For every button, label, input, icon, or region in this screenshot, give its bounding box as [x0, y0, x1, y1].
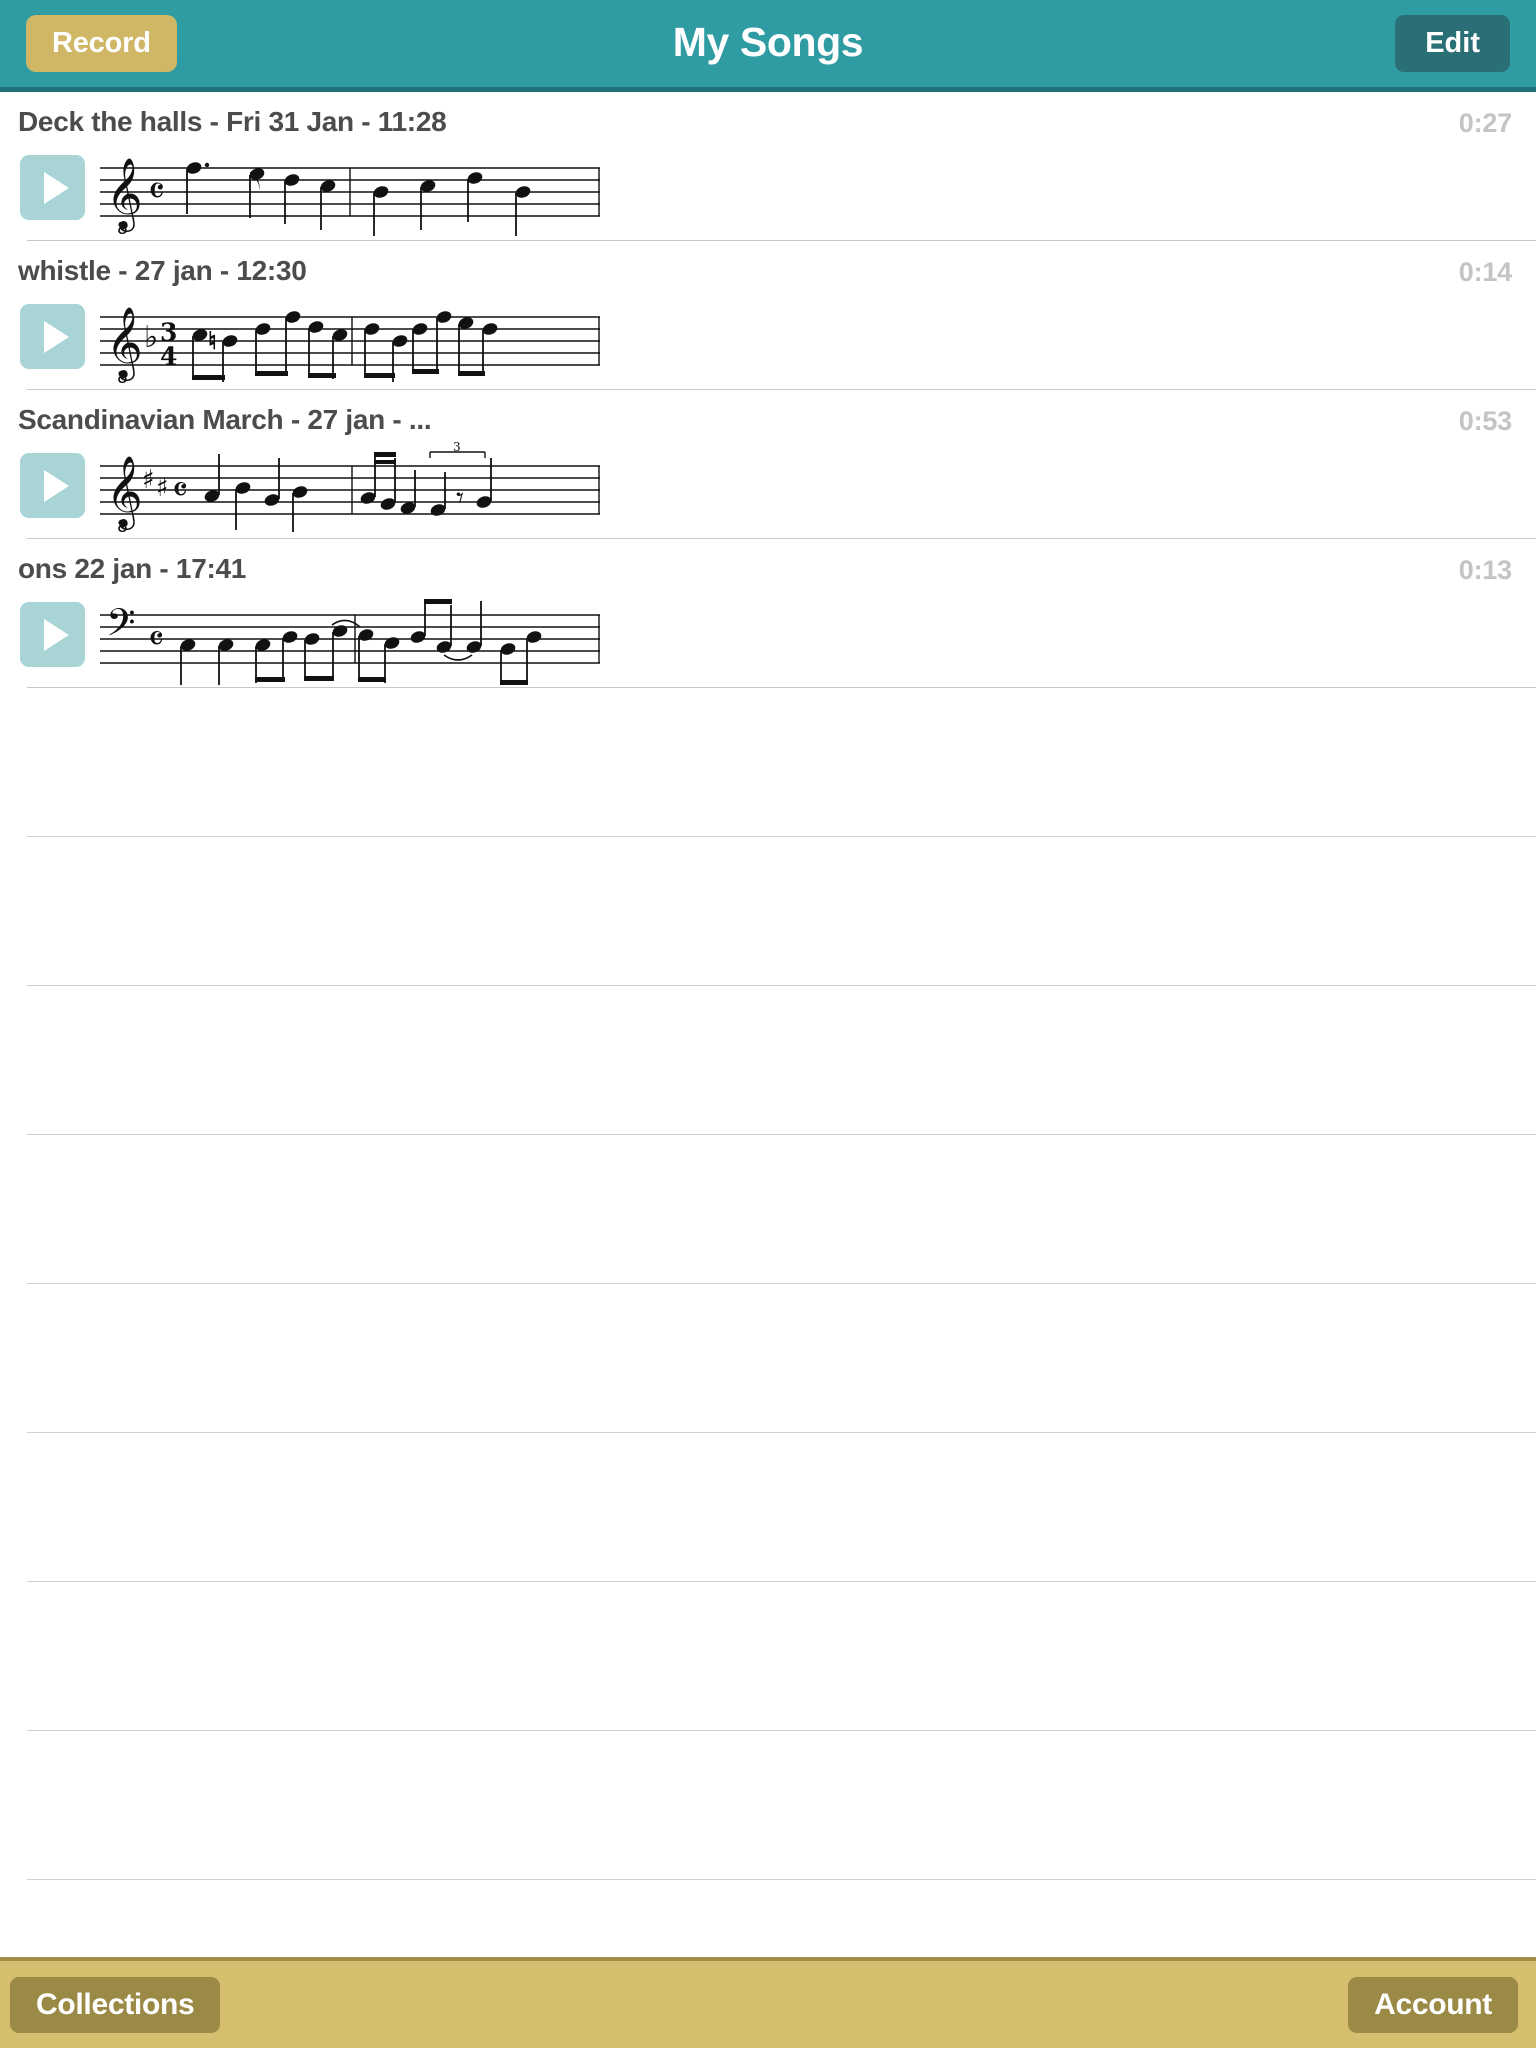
empty-list-row	[0, 1135, 1536, 1284]
page-title: My Songs	[672, 19, 864, 65]
play-icon	[44, 619, 69, 651]
svg-text:𝄴: 𝄴	[148, 169, 165, 213]
song-title: whistle - 27 jan - 12:30	[18, 255, 307, 286]
song-list-item[interactable]: Deck the halls - Fri 31 Jan - 11:28 0:27…	[0, 92, 1536, 241]
svg-text:𝄴: 𝄴	[172, 470, 188, 511]
account-button[interactable]: Account	[1348, 1976, 1518, 2033]
play-button[interactable]	[20, 155, 85, 220]
record-button[interactable]: Record	[26, 15, 177, 72]
svg-text:♮: ♮	[208, 327, 217, 355]
empty-list-row	[0, 1582, 1536, 1731]
empty-list-row	[0, 1433, 1536, 1582]
song-title: Scandinavian March - 27 jan - ...	[18, 404, 432, 435]
play-icon	[44, 172, 69, 204]
svg-text:𝄴: 𝄴	[148, 619, 164, 660]
song-title: ons 22 jan - 17:41	[18, 553, 247, 584]
music-notation-preview: 𝄞 8 𝄴	[100, 156, 600, 238]
navigation-bar: Record My Songs Edit	[0, 0, 1536, 92]
svg-text:8: 8	[117, 219, 128, 238]
music-notation-preview: 𝄞 8 ♭ 3 4 ♮	[100, 305, 600, 387]
song-title: Deck the halls - Fri 31 Jan - 11:28	[18, 106, 447, 137]
song-duration: 0:14	[1458, 257, 1512, 287]
svg-text:8: 8	[117, 517, 128, 536]
song-list-item[interactable]: ons 22 jan - 17:41 0:13 𝄢 𝄴	[0, 539, 1536, 688]
music-notation-preview: 𝄢 𝄴	[100, 599, 600, 685]
empty-list-row	[0, 1731, 1536, 1880]
svg-text:♯: ♯	[142, 465, 155, 495]
song-duration: 0:27	[1458, 108, 1512, 138]
svg-text:♯: ♯	[156, 473, 169, 503]
empty-list-row	[0, 986, 1536, 1135]
play-button[interactable]	[20, 304, 85, 369]
svg-text:8: 8	[117, 368, 128, 387]
svg-text:4: 4	[160, 342, 177, 371]
song-list-item[interactable]: whistle - 27 jan - 12:30 0:14 𝄞 8 ♭ 3 4	[0, 241, 1536, 390]
svg-text:♭: ♭	[144, 320, 158, 355]
svg-text:𝄾: 𝄾	[456, 481, 464, 516]
song-list-item[interactable]: Scandinavian March - 27 jan - ... 0:53 𝄞…	[0, 390, 1536, 539]
song-duration: 0:13	[1458, 555, 1512, 585]
play-icon	[44, 321, 69, 353]
svg-text:𝄢: 𝄢	[106, 600, 136, 654]
play-button[interactable]	[20, 453, 85, 518]
play-button[interactable]	[20, 602, 85, 667]
empty-list-row	[0, 837, 1536, 986]
empty-list-row	[0, 1284, 1536, 1433]
bottom-toolbar: Collections Account	[0, 1957, 1536, 2048]
music-notation-preview: 𝄞 8 ♯ ♯ 𝄴 3 𝄾	[100, 440, 600, 536]
play-icon	[44, 470, 69, 502]
empty-list-row	[0, 688, 1536, 837]
edit-button[interactable]: Edit	[1395, 15, 1510, 72]
song-duration: 0:53	[1458, 406, 1512, 436]
collections-button[interactable]: Collections	[10, 1976, 221, 2033]
svg-text:3: 3	[453, 440, 461, 454]
empty-list-row	[0, 1880, 1536, 1957]
song-list[interactable]: Deck the halls - Fri 31 Jan - 11:28 0:27…	[0, 92, 1536, 1957]
